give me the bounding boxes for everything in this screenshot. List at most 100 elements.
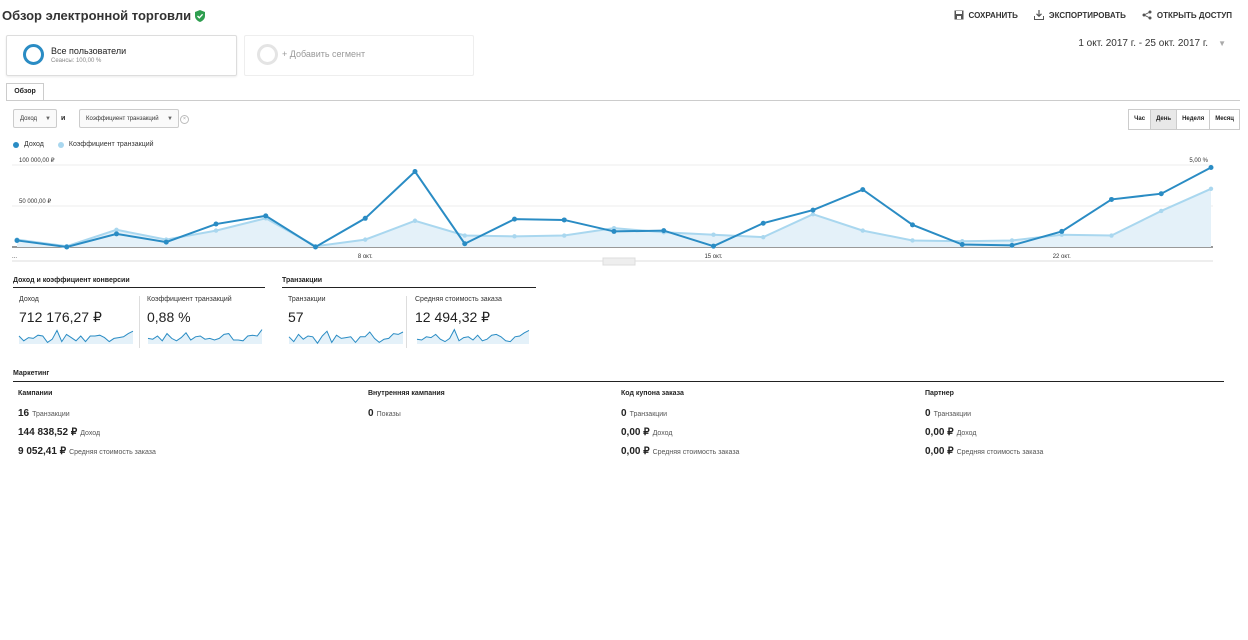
section-divider (282, 287, 536, 288)
legend-label: Коэффициент транзакций (68, 141, 154, 148)
legend-item-conversion[interactable]: Коэффициент транзакций (57, 141, 154, 148)
primary-metric-select[interactable]: Доход ▼ (13, 109, 57, 128)
y-tick-label-left: 50 000,00 ₽ (19, 198, 51, 205)
marketing-metric-label: Средняя стоимость заказа (956, 449, 1044, 456)
metric-label: Доход (19, 296, 39, 303)
data-point-revenue (661, 228, 667, 234)
data-point-revenue (959, 242, 965, 248)
marketing-metric-value: 0,00 ₽ (621, 427, 650, 438)
data-point-revenue (1059, 228, 1065, 234)
data-point-revenue (611, 228, 617, 234)
export-label: ЭКСПОРТИРОВАТЬ (1048, 10, 1126, 20)
marketing-metric[interactable]: 0,00 ₽ Доход (925, 422, 977, 440)
data-point-revenue (64, 244, 70, 250)
data-point-conversion (562, 233, 567, 238)
metric-value: 0,88 % (147, 309, 191, 325)
marketing-metric[interactable]: 144 838,52 ₽ Доход (18, 422, 100, 440)
data-point-revenue (1208, 164, 1214, 170)
chart-legend: Доход Коэффициент транзакций (13, 141, 154, 148)
data-point-conversion (860, 228, 865, 233)
data-point-conversion (512, 234, 517, 239)
remove-metric-icon[interactable]: × (180, 115, 189, 124)
tab-overview[interactable]: Обзор (6, 83, 44, 101)
marketing-metric-value: 0 (925, 408, 931, 419)
data-point-conversion (462, 233, 467, 238)
granularity-day-button[interactable]: День (1150, 109, 1178, 130)
section-title-marketing: Маркетинг (13, 370, 50, 377)
dropdown-arrow-icon: ▼ (167, 116, 173, 122)
marketing-column: Код купона заказа 0 Транзакции 0,00 ₽ Доход 0… (621, 390, 739, 457)
primary-metric-value: Доход (20, 116, 38, 122)
empty-segment-ring-icon (257, 44, 278, 65)
data-point-revenue (263, 213, 269, 219)
marketing-column-title: Внутренняя кампания (368, 390, 445, 397)
verified-shield-icon (195, 9, 206, 22)
marketing-metric-value: 0,00 ₽ (925, 446, 954, 457)
metric-label: Коэффициент транзакций (147, 296, 232, 303)
marketing-metric-value: 144 838,52 ₽ (18, 427, 78, 438)
marketing-metric-value: 0 (368, 408, 374, 419)
data-point-conversion (761, 234, 766, 240)
dropdown-arrow-icon: ▼ (45, 116, 51, 122)
data-point-revenue (213, 221, 219, 227)
segment-ring-icon (23, 44, 44, 65)
data-point-revenue (14, 237, 20, 243)
granularity-week-button[interactable]: Неделя (1176, 109, 1211, 130)
data-point-conversion (114, 227, 119, 232)
marketing-column: Партнер 0 Транзакции 0,00 ₽ Доход 0,00 ₽ Средн… (925, 390, 1043, 457)
share-button[interactable]: ОТКРЫТЬ ДОСТУП (1142, 10, 1232, 20)
page-title-text: Обзор электронной торговли (2, 8, 192, 23)
data-point-conversion (1009, 238, 1015, 243)
marketing-metric[interactable]: 0,00 ₽ Средняя стоимость заказа (925, 441, 1043, 459)
segment-all-users[interactable]: Все пользователи Сеансы: 100,00 % (6, 35, 237, 76)
add-segment-button[interactable]: + Добавить сегмент (244, 35, 474, 76)
marketing-metric-value: 16 (18, 408, 30, 419)
marketing-metric-value: 0 (621, 408, 627, 419)
x-tick-label: 8 окт. (358, 254, 373, 260)
data-point-revenue (860, 187, 866, 193)
data-point-revenue (462, 241, 468, 247)
granularity-month-button[interactable]: Месяц (1209, 109, 1240, 130)
section-divider (13, 381, 1224, 382)
share-label: ОТКРЫТЬ ДОСТУП (1156, 10, 1232, 20)
metric-value: 57 (288, 309, 304, 325)
sparklines (18, 328, 530, 345)
export-button[interactable]: ЭКСПОРТИРОВАТЬ (1033, 10, 1126, 20)
data-point-revenue (313, 244, 318, 250)
secondary-metric-value: Коэффициент транзакций (86, 116, 159, 122)
marketing-metric[interactable]: 0,00 ₽ Средняя стоимость заказа (621, 441, 739, 459)
secondary-metric-select[interactable]: Коэффициент транзакций ▼ (79, 109, 179, 128)
marketing-column-title: Кампании (18, 390, 53, 397)
data-point-revenue (1109, 196, 1114, 202)
marketing-metric[interactable]: 16 Транзакции (18, 403, 70, 421)
legend-item-revenue[interactable]: Доход (13, 141, 44, 148)
marketing-metric[interactable]: 0 Транзакции (621, 403, 667, 421)
x-tick-label: 22 окт. (1053, 254, 1071, 260)
marketing-metric[interactable]: 0 Показы (368, 403, 401, 421)
granularity-hour-button[interactable]: Час (1128, 109, 1152, 130)
data-point-revenue (412, 169, 418, 175)
marketing-column: Кампании 16 Транзакции 144 838,52 ₽ Доход 9 0… (18, 390, 156, 457)
save-label: СОХРАНИТЬ (968, 10, 1018, 20)
legend-label: Доход (24, 141, 44, 148)
marketing-metric-label: Средняя стоимость заказа (652, 449, 740, 456)
page-title: Обзор электронной торговли (2, 8, 206, 23)
line-chart: 100 000,00 ₽50 000,00 ₽5,00 %2,50 %...8 … (12, 157, 1214, 266)
segment-name: Все пользователи (51, 46, 127, 56)
date-range-text: 1 окт. 2017 г. - 25 окт. 2017 г. (1078, 38, 1209, 49)
date-range-picker[interactable]: 1 окт. 2017 г. - 25 окт. 2017 г. ▼ (1078, 38, 1226, 49)
data-point-revenue (561, 217, 567, 223)
marketing-column: Внутренняя кампания 0 Показы (368, 390, 445, 419)
save-button[interactable]: СОХРАНИТЬ (954, 10, 1018, 20)
data-point-conversion (711, 232, 716, 237)
data-point-revenue (512, 216, 517, 222)
marketing-metric-label: Доход (652, 430, 673, 437)
data-point-conversion (1159, 208, 1164, 214)
marketing-metric[interactable]: 0 Транзакции (925, 403, 971, 421)
marketing-metric[interactable]: 0,00 ₽ Доход (621, 422, 673, 440)
marketing-metric[interactable]: 9 052,41 ₽ Средняя стоимость заказа (18, 441, 156, 459)
marketing-column-title: Партнер (925, 390, 954, 397)
y-tick-label-left: 100 000,00 ₽ (19, 157, 55, 164)
metric-conjunction: и (61, 115, 66, 122)
marketing-metric-value: 0,00 ₽ (925, 427, 954, 438)
